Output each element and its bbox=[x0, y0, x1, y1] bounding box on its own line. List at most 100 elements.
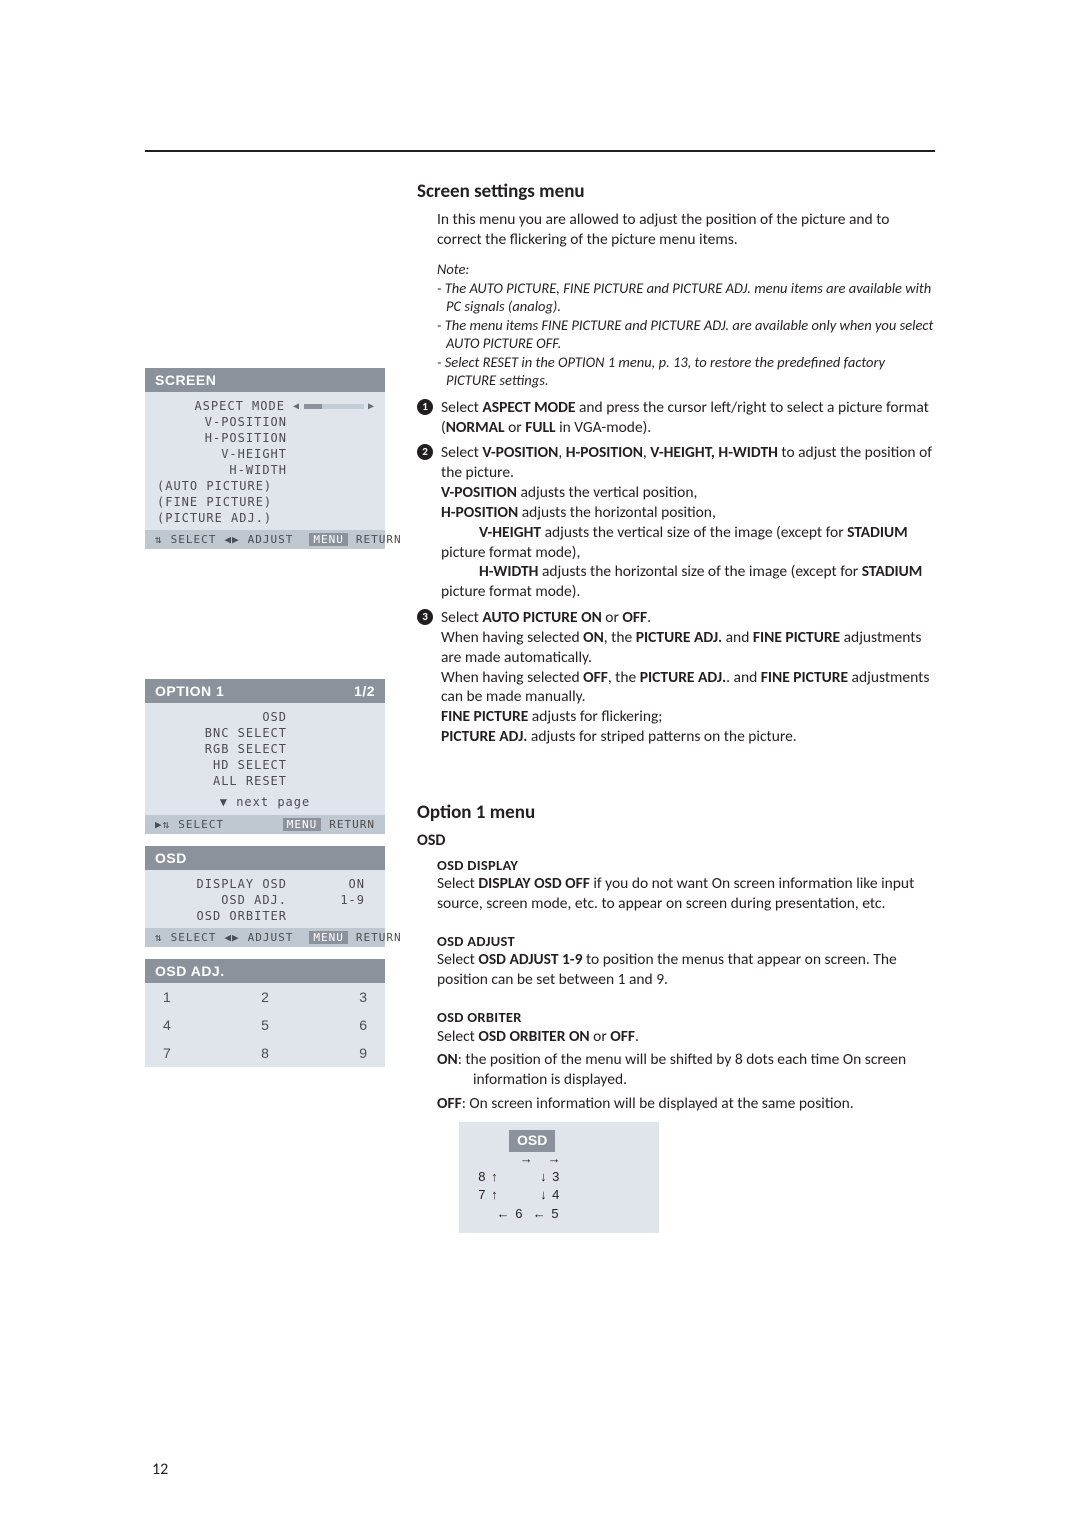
rule bbox=[145, 150, 935, 152]
t: FINE PICTURE bbox=[753, 628, 840, 647]
t: Select bbox=[441, 608, 482, 627]
foot-return: RETURN bbox=[356, 931, 402, 944]
note-label: Note: bbox=[437, 260, 935, 279]
osd-heading: OSD bbox=[417, 831, 935, 851]
adj-cell: 7 bbox=[163, 1045, 231, 1061]
option1-heading: Option 1 menu bbox=[417, 801, 935, 825]
t: V-HEIGHT bbox=[479, 523, 541, 542]
t: adjusts for striped patterns on the pict… bbox=[527, 727, 796, 746]
screen-menu-box: SCREEN ASPECT MODE ◀▶ V-POSITION H-POSIT… bbox=[145, 368, 385, 549]
screen-item: ASPECT MODE bbox=[155, 399, 293, 413]
t: STADIUM bbox=[862, 562, 923, 581]
t: Select bbox=[441, 398, 482, 417]
t: AUTO PICTURE ON bbox=[482, 608, 601, 627]
option1-item: HD SELECT bbox=[155, 758, 295, 772]
foot-adjust: ADJUST bbox=[248, 533, 294, 546]
t: OFF bbox=[610, 1027, 635, 1046]
foot-select: SELECT bbox=[171, 931, 217, 944]
t: picture format mode). bbox=[441, 582, 580, 601]
foot-adjust: ADJUST bbox=[248, 931, 294, 944]
t: or bbox=[590, 1027, 611, 1046]
t: ON bbox=[583, 628, 604, 647]
osd-row-val: ON bbox=[295, 877, 375, 891]
t: : On screen information will be displaye… bbox=[462, 1094, 854, 1113]
foot-select: SELECT bbox=[178, 818, 224, 831]
t: STADIUM bbox=[847, 523, 908, 542]
t: OSD ADJUST 1-9 bbox=[478, 950, 582, 969]
dl: ← 6 ← 5 bbox=[469, 1206, 560, 1221]
dl: → → bbox=[469, 1151, 562, 1166]
screen-foot: ⇅SELECT ◀▶ADJUST MENU RETURN bbox=[145, 530, 385, 549]
t: . bbox=[647, 608, 651, 627]
screen-item: (FINE PICTURE) bbox=[155, 495, 295, 509]
option1-item: BNC SELECT bbox=[155, 726, 295, 740]
t: FINE PICTURE bbox=[761, 668, 848, 687]
note-item: - Select RESET in the OPTION 1 menu, p. … bbox=[437, 353, 935, 390]
step-num-icon: 1 bbox=[417, 399, 433, 415]
page-number: 12 bbox=[152, 1460, 168, 1479]
screen-intro: In this menu you are allowed to adjust t… bbox=[417, 210, 935, 250]
option1-page: 1/2 bbox=[354, 683, 375, 699]
step-num-icon: 2 bbox=[417, 444, 433, 460]
t: Select bbox=[437, 1027, 478, 1046]
t: ON bbox=[437, 1050, 458, 1069]
leftright-icon: ◀▶ bbox=[224, 533, 239, 546]
note-item: - The menu items FINE PICTURE and PICTUR… bbox=[437, 316, 935, 353]
screen-item: (PICTURE ADJ.) bbox=[155, 511, 295, 525]
t: , bbox=[558, 443, 565, 462]
screen-item: H-POSITION bbox=[155, 431, 295, 445]
next-page: ▼ next page bbox=[145, 793, 385, 815]
option1-title: OPTION 1 1/2 bbox=[145, 679, 385, 703]
note-item: - The AUTO PICTURE, FINE PICTURE and PIC… bbox=[437, 279, 935, 316]
foot-menu: MENU bbox=[309, 931, 348, 944]
t: H-POSITION bbox=[566, 443, 643, 462]
osd-menu-box: OSD DISPLAY OSDON OSD ADJ.1-9 OSD ORBITE… bbox=[145, 846, 385, 947]
t: or bbox=[505, 418, 526, 437]
t: . bbox=[635, 1027, 639, 1046]
t: adjusts the vertical size of the image (… bbox=[541, 523, 847, 542]
step-3: 3 Select AUTO PICTURE ON or OFF. When ha… bbox=[417, 608, 935, 747]
foot-menu: MENU bbox=[283, 818, 322, 831]
osd-display-heading: OSD DISPLAY bbox=[417, 856, 935, 875]
leftright-icon: ◀▶ bbox=[224, 931, 239, 944]
t: , the bbox=[604, 628, 636, 647]
option1-menu-box: OPTION 1 1/2 OSD BNC SELECT RGB SELECT H… bbox=[145, 679, 385, 834]
osd-foot: ⇅SELECT ◀▶ADJUST MENU RETURN bbox=[145, 928, 385, 947]
t: adjusts the horizontal size of the image… bbox=[538, 562, 861, 581]
osd-diagram-label: OSD bbox=[509, 1130, 555, 1152]
step-num-icon: 3 bbox=[417, 609, 433, 625]
screen-item: (AUTO PICTURE) bbox=[155, 479, 295, 493]
foot-return: RETURN bbox=[356, 533, 402, 546]
slider: ◀▶ bbox=[293, 401, 375, 412]
step-2: 2 Select V-POSITION, H-POSITION, V-HEIGH… bbox=[417, 443, 935, 602]
t: in VGA-mode). bbox=[556, 418, 652, 437]
t: When having selected bbox=[441, 668, 583, 687]
rightup-icon: ▶⇅ bbox=[155, 818, 170, 831]
osd-row-label: OSD ORBITER bbox=[155, 909, 295, 923]
osd-position-diagram: OSD 1 2 → → 8 ↑ ↓ 3 7 ↑ ↓ 4 ← 6 ← 5 bbox=[459, 1122, 659, 1233]
t: adjusts the horizontal position, bbox=[518, 503, 716, 522]
foot-menu: MENU bbox=[309, 533, 348, 546]
adj-cell: 8 bbox=[231, 1045, 299, 1061]
t: OSD ORBITER ON bbox=[478, 1027, 589, 1046]
screen-item: V-HEIGHT bbox=[155, 447, 295, 461]
adj-cell: 9 bbox=[299, 1045, 367, 1061]
osd-orbiter-heading: OSD ORBITER bbox=[417, 1008, 935, 1027]
t: Select bbox=[437, 950, 478, 969]
adj-cell: 4 bbox=[163, 1017, 231, 1033]
dl: 7 ↑ ↓ 4 bbox=[469, 1187, 560, 1202]
t: H-POSITION bbox=[441, 503, 518, 522]
osd-row-label: OSD ADJ. bbox=[155, 893, 295, 907]
t: PICTURE ADJ. bbox=[636, 628, 722, 647]
osd-adjust-heading: OSD ADJUST bbox=[417, 932, 935, 951]
t: OFF bbox=[437, 1094, 462, 1113]
adj-cell: 6 bbox=[299, 1017, 367, 1033]
screen-item: H-WIDTH bbox=[155, 463, 295, 477]
osd-adj-title: OSD ADJ. bbox=[145, 959, 385, 983]
t: V-HEIGHT, H-WIDTH bbox=[650, 443, 778, 462]
t: or bbox=[602, 608, 623, 627]
t: OFF bbox=[622, 608, 647, 627]
t: OFF bbox=[583, 668, 608, 687]
adj-cell: 3 bbox=[299, 989, 367, 1005]
option1-foot: ▶⇅SELECT MENU RETURN bbox=[145, 815, 385, 834]
